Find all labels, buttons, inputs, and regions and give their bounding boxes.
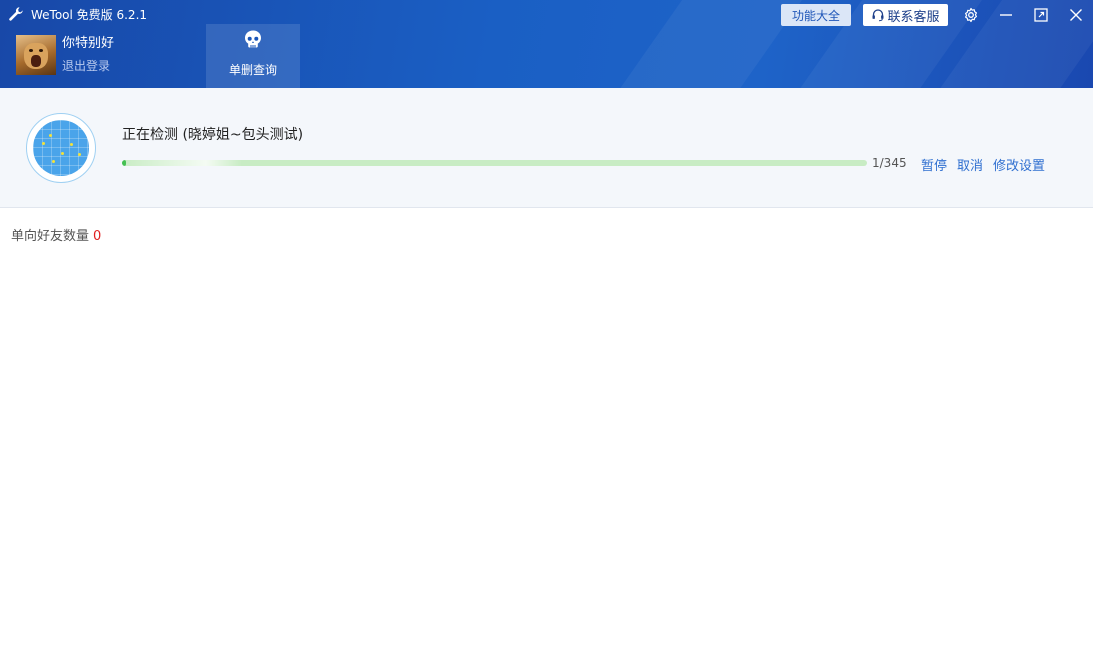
support-button[interactable]: 联系客服 bbox=[863, 4, 948, 26]
app-header: WeTool 免费版 6.2.1 功能大全 联系客服 你特别好 退出登录 单删查… bbox=[0, 0, 1093, 88]
radar-icon bbox=[26, 113, 96, 183]
one-way-friends-summary: 单向好友数量 0 bbox=[11, 225, 101, 244]
minimize-icon bbox=[999, 8, 1013, 22]
close-button[interactable] bbox=[1065, 4, 1087, 26]
title-bar: WeTool 免费版 6.2.1 bbox=[8, 4, 147, 24]
modify-settings-link[interactable]: 修改设置 bbox=[993, 155, 1045, 174]
avatar[interactable] bbox=[16, 35, 56, 75]
progress-bar bbox=[122, 160, 867, 166]
pause-link[interactable]: 暂停 bbox=[921, 155, 947, 174]
app-title: WeTool 免费版 6.2.1 bbox=[31, 7, 148, 22]
features-button[interactable]: 功能大全 bbox=[781, 4, 851, 26]
cancel-link[interactable]: 取消 bbox=[957, 155, 983, 174]
status-title: 正在检测 (晓婷姐~包头测试) bbox=[122, 127, 304, 143]
summary-label: 单向好友数量 bbox=[11, 229, 90, 244]
wrench-icon bbox=[8, 6, 24, 22]
logout-link[interactable]: 退出登录 bbox=[62, 57, 114, 75]
close-icon bbox=[1069, 8, 1083, 22]
tab-single-delete-check[interactable]: 单删查询 bbox=[206, 24, 300, 88]
detection-status-panel: 正在检测 (晓婷姐~包头测试) 1/345 暂停 取消 修改设置 bbox=[0, 88, 1093, 208]
gear-icon bbox=[963, 7, 979, 23]
progress-count: 1/345 bbox=[872, 156, 907, 170]
settings-button[interactable] bbox=[960, 4, 982, 26]
support-label: 联系客服 bbox=[887, 9, 940, 25]
user-name: 你特别好 bbox=[62, 36, 115, 51]
maximize-icon bbox=[1034, 8, 1048, 22]
skull-icon bbox=[242, 29, 264, 51]
minimize-button[interactable] bbox=[995, 4, 1017, 26]
one-way-friends-count: 0 bbox=[93, 229, 102, 244]
maximize-button[interactable] bbox=[1030, 4, 1052, 26]
tab-label: 单删查询 bbox=[228, 63, 277, 77]
headset-icon bbox=[871, 8, 885, 22]
user-profile: 你特别好 退出登录 bbox=[16, 35, 114, 75]
